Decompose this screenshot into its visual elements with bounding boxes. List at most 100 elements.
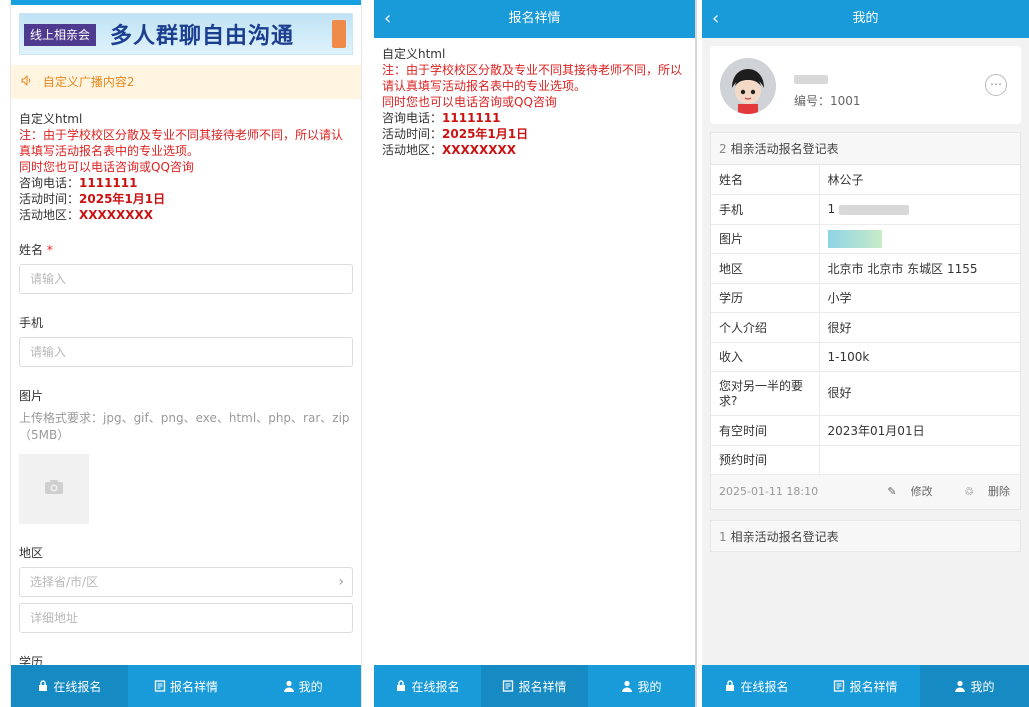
phone-value: 1111111 <box>79 176 138 190</box>
pencil-icon: ✎ <box>887 485 897 498</box>
signup-form-screen: 线上相亲会 多人群聊自由沟通 自定义广播内容2 自定义html 注：由于学校校区… <box>10 0 362 707</box>
broadcast-notice[interactable]: 自定义广播内容2 <box>11 65 361 99</box>
nav-details[interactable]: 报名祥情 <box>128 665 245 707</box>
profile-user-id: 编号：1001 <box>794 94 861 108</box>
user-icon <box>283 680 295 692</box>
row-key: 个人介绍 <box>711 312 820 343</box>
phone-label: 咨询电话： <box>19 176 80 190</box>
submit-timestamp: 2025-01-11 18:10 <box>719 485 819 498</box>
row-value: 小学 <box>819 283 1020 313</box>
row-value: 1 <box>819 194 1020 225</box>
bag-icon <box>724 680 736 692</box>
nav-mine[interactable]: 我的 <box>588 665 695 707</box>
details-intro-block: 自定义html 注：由于学校校区分散及专业不同其接待老师不同，所以请认真填写活动… <box>374 38 695 166</box>
details-area-value: XXXXXXXX <box>442 143 517 157</box>
nav-signup-label: 在线报名 <box>740 679 789 694</box>
details-time-line: 活动时间：2025年1月1日 <box>382 126 687 142</box>
bottom-nav: 在线报名 报名祥情 我的 <box>11 665 361 707</box>
details-header: ‹ 报名祥情 <box>374 0 695 38</box>
back-arrow-icon[interactable]: ‹ <box>384 0 391 38</box>
delete-label: 删除 <box>988 485 1010 498</box>
row-key: 收入 <box>711 342 820 372</box>
chat-bubble-icon[interactable]: ⋯ <box>985 74 1007 96</box>
details-screen: ‹ 报名祥情 自定义html 注：由于学校校区分散及专业不同其接待老师不同，所以… <box>374 0 697 707</box>
row-value: 很好 <box>819 371 1020 416</box>
nav-mine[interactable]: 我的 <box>244 665 361 707</box>
image-thumbnail[interactable] <box>827 229 882 248</box>
time-line: 活动时间：2025年1月1日 <box>19 191 353 207</box>
region-label: 地区 <box>19 546 44 560</box>
profile-name-blurred <box>794 72 828 86</box>
image-format-hint: 上传格式要求：jpg、gif、png、exe、html、php、rar、zip（… <box>19 411 350 442</box>
user-icon <box>954 680 966 692</box>
image-upload-button[interactable] <box>19 454 89 524</box>
delete-button[interactable]: ♲ 删除 <box>950 485 1010 498</box>
nav-mine-label: 我的 <box>298 679 323 694</box>
row-key: 有空时间 <box>711 415 820 446</box>
card-title: 相亲活动报名登记表 <box>730 530 839 544</box>
back-arrow-icon[interactable]: ‹ <box>712 0 719 38</box>
name-input[interactable]: 请输入 <box>19 264 353 294</box>
mobile-input[interactable]: 请输入 <box>19 337 353 367</box>
nav-mine[interactable]: 我的 <box>920 665 1029 707</box>
row-key: 地区 <box>711 253 820 284</box>
record-actions: ✎ 修改 ♲ 删除 <box>859 475 1010 509</box>
details-title: 报名祥情 <box>508 11 561 26</box>
row-value: 很好 <box>819 312 1020 343</box>
promo-banner[interactable]: 线上相亲会 多人群聊自由沟通 <box>19 13 353 55</box>
banner-title: 多人群聊自由沟通 <box>110 24 295 49</box>
card-count: 1 <box>719 530 727 544</box>
user-icon <box>621 680 633 692</box>
mobile-blurred <box>838 204 909 215</box>
row-key: 您对另一半的要求? <box>711 371 820 416</box>
region-picker[interactable]: 选择省/市/区 › <box>19 567 353 597</box>
row-value: 1-100k <box>819 342 1020 372</box>
nav-details[interactable]: 报名祥情 <box>481 665 588 707</box>
mobile-label: 手机 <box>19 316 44 330</box>
nav-mine-label: 我的 <box>637 679 662 694</box>
details-area-line: 活动地区：XXXXXXXX <box>382 142 687 158</box>
top-accent-bar <box>11 0 361 5</box>
address-input[interactable]: 详细地址 <box>19 603 353 633</box>
nav-signup[interactable]: 在线报名 <box>702 665 811 707</box>
details-phone-value: 1111111 <box>442 111 501 125</box>
nav-signup[interactable]: 在线报名 <box>11 665 128 707</box>
row-key: 学历 <box>711 283 820 313</box>
nav-mine-label: 我的 <box>970 679 995 694</box>
details-intro-note: 注：由于学校校区分散及专业不同其接待老师不同，所以请认真填写活动报名表中的专业选… <box>382 63 683 93</box>
details-phone-line: 咨询电话：1111111 <box>382 110 687 126</box>
time-label: 活动时间： <box>19 192 80 206</box>
intro-note: 注：由于学校校区分散及专业不同其接待老师不同，所以请认真填写活动报名表中的专业选… <box>19 128 344 158</box>
area-label: 活动地区： <box>19 208 80 222</box>
nav-details-label: 报名祥情 <box>170 679 219 694</box>
details-time-label: 活动时间： <box>382 127 443 141</box>
nav-details-label: 报名祥情 <box>518 679 567 694</box>
name-placeholder: 请输入 <box>30 272 67 286</box>
avatar[interactable] <box>720 58 776 114</box>
image-label: 图片 <box>19 389 44 403</box>
table-row: 有空时间 2023年01月01日 <box>711 415 1020 446</box>
mine-title: 我的 <box>852 11 879 26</box>
row-value <box>819 445 1020 475</box>
registration-card-collapsed[interactable]: 1 相亲活动报名登记表 <box>710 520 1021 552</box>
camera-icon <box>44 479 64 499</box>
region-placeholder: 选择省/市/区 <box>30 575 99 589</box>
edit-button[interactable]: ✎ 修改 <box>873 485 932 498</box>
row-key: 图片 <box>711 224 820 254</box>
row-key: 预约时间 <box>711 445 820 475</box>
table-row: 姓名 林公子 <box>711 165 1020 195</box>
table-row: 预约时间 <box>711 445 1020 475</box>
nav-signup[interactable]: 在线报名 <box>374 665 481 707</box>
phone-line: 咨询电话：1111111 <box>19 175 353 191</box>
area-value: XXXXXXXX <box>79 208 154 222</box>
nav-details[interactable]: 报名祥情 <box>811 665 920 707</box>
row-value: 林公子 <box>819 165 1020 195</box>
table-row: 收入 1-100k <box>711 342 1020 372</box>
chevron-right-icon: › <box>338 574 344 590</box>
bag-icon <box>37 680 49 692</box>
trash-icon: ♲ <box>964 485 974 498</box>
registration-card-header[interactable]: 2 相亲活动报名登记表 <box>711 133 1020 165</box>
row-value: 北京市 北京市 东城区 1155 <box>819 253 1020 284</box>
row-value <box>819 224 1020 254</box>
registration-card: 2 相亲活动报名登记表 姓名 林公子 手机 1 图片 地区 北京市 北京市 东城区 11… <box>710 132 1021 510</box>
